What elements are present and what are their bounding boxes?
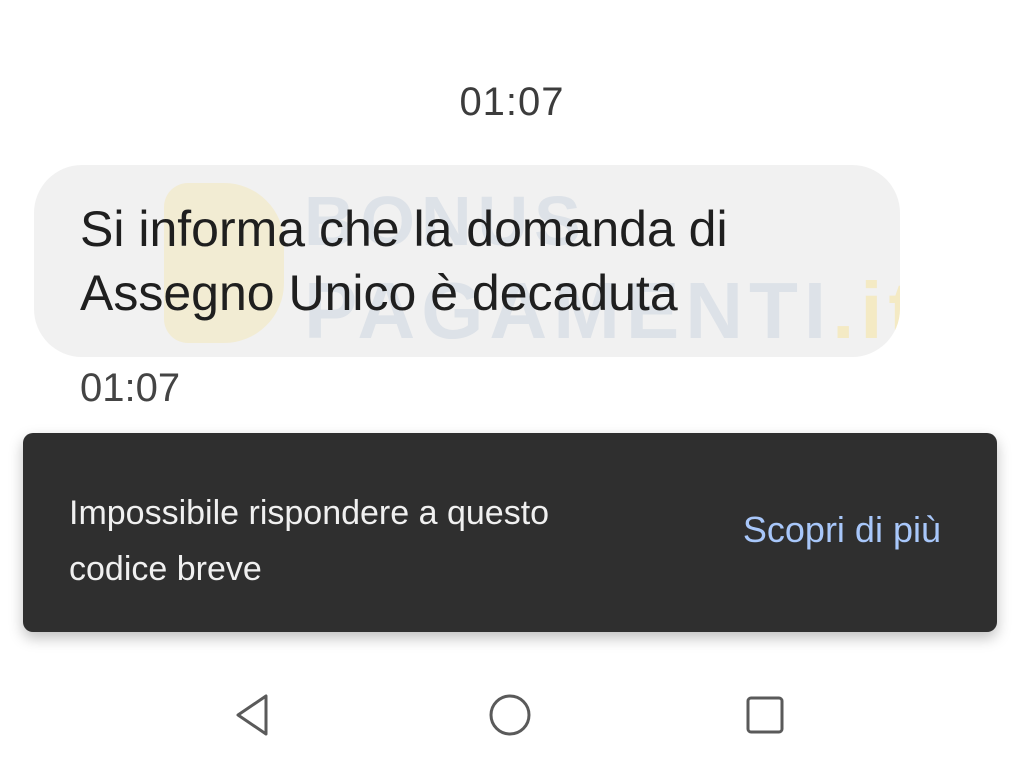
home-button[interactable] [485, 690, 535, 740]
home-circle-icon [489, 694, 531, 736]
recents-square-icon [746, 696, 784, 734]
learn-more-button[interactable]: Scopri di più [743, 509, 941, 551]
message-line-2: Assegno Unico è decaduta [80, 265, 678, 321]
snackbar-line-1: Impossibile rispondere a questo [69, 494, 550, 532]
message-line-1: Si informa che la domanda di [80, 201, 728, 257]
message-text: Si informa che la domanda di Assegno Uni… [80, 197, 880, 325]
recents-button[interactable] [740, 690, 790, 740]
message-bubble[interactable]: BONUS PAGAMENTI.it Si informa che la dom… [34, 165, 900, 357]
back-button[interactable] [228, 690, 278, 740]
snackbar: Impossibile rispondere a questo codice b… [23, 433, 997, 632]
conversation-timestamp: 01:07 [459, 80, 565, 124]
sms-screen: 01:07 BONUS PAGAMENTI.it Si informa che … [0, 0, 1024, 768]
snackbar-line-2: codice breve [69, 550, 262, 588]
message-time: 01:07 [80, 366, 181, 410]
back-triangle-icon [236, 694, 268, 736]
snackbar-message: Impossibile rispondere a questo codice b… [69, 485, 669, 597]
system-navigation-bar [0, 660, 1024, 768]
